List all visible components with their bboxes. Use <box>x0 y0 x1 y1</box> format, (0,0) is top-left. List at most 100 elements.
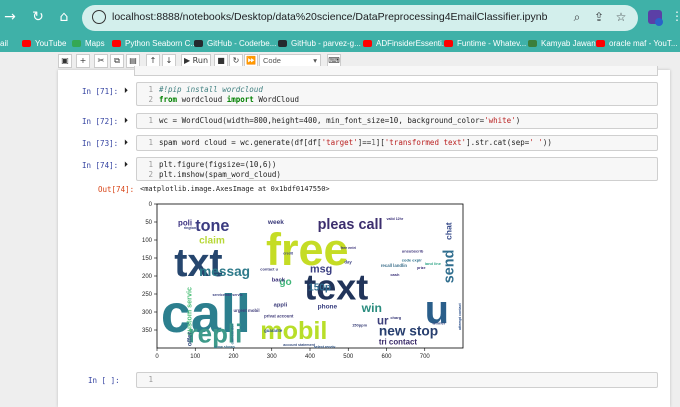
line-number: 2 <box>148 95 153 104</box>
insert-cell-icon[interactable]: + <box>76 54 90 68</box>
wordcloud-word: cash <box>390 272 400 277</box>
code-token: ' ' <box>529 138 543 147</box>
line-number: 1 <box>148 160 153 169</box>
bookmark-label: GitHub - Coderbe... <box>207 39 277 48</box>
wordcloud-word: charg <box>390 315 401 320</box>
code-token: ][ <box>375 138 385 147</box>
wordcloud-word: contact u <box>260 267 278 272</box>
wordcloud-word: messag <box>199 264 250 279</box>
home-icon[interactable]: ⌂ <box>56 9 72 25</box>
run-cell-icon[interactable]: ⏵ <box>124 160 128 170</box>
line-number: 1 <box>148 85 153 94</box>
bookmark-label: Python Seaborn C... <box>125 39 198 48</box>
y-tick-label: 250 <box>142 292 153 298</box>
code-cell[interactable]: 1 spam word cloud = wc.generate(df[df['ta… <box>136 135 658 151</box>
wordcloud-word: account statement <box>283 343 316 347</box>
bookmark-label: Maps <box>85 39 105 48</box>
cell-prompt: In [72]: <box>82 117 119 126</box>
forward-icon[interactable]: → <box>2 9 18 25</box>
bookmark-favicon-icon <box>278 40 287 47</box>
wordcloud-word: credit <box>283 251 294 255</box>
bookmarks-bar: ail YouTube Maps Python Seaborn C... GitHub … <box>0 34 680 52</box>
bookmark-item[interactable]: YouTube <box>22 37 66 50</box>
bookmark-item[interactable]: oracle maf - YouT... <box>596 37 677 50</box>
y-tick-label: 350 <box>142 328 153 334</box>
wordcloud-word: valid 12hr <box>387 217 404 221</box>
browser-menu-icon[interactable]: ⋮ <box>671 9 680 23</box>
code-token: #!pip install wordcloud <box>159 85 263 94</box>
site-info-icon[interactable] <box>92 10 106 24</box>
wordcloud-word: prize <box>417 266 425 270</box>
run-cell-icon[interactable]: ⏵ <box>124 138 128 148</box>
code-cell[interactable]: 1 plt.figure(figsize=(10,6)) 2 plt.imshow(… <box>136 157 658 181</box>
copy-icon[interactable]: ⧉ <box>110 54 124 68</box>
code-cell[interactable]: 1 wc = WordCloud(width=800,height=400, mi… <box>136 113 658 129</box>
reload-icon[interactable]: ↻ <box>30 9 46 25</box>
browser-toolbar: → ↻ ⌂ localhost:8888/notebooks/Desktop/d… <box>0 0 680 34</box>
bookmark-item[interactable]: Maps <box>72 37 105 50</box>
run-cell-icon[interactable]: ⏵ <box>124 86 128 96</box>
y-tick-label: 100 <box>142 238 153 244</box>
wordcloud-word: 150ppm <box>352 322 368 327</box>
output-text: <matplotlib.image.AxesImage at 0x1bdf014… <box>140 185 330 193</box>
cell-prompt: In [73]: <box>82 139 119 148</box>
wordcloud-word: unsubscrib <box>402 249 424 254</box>
code-token: spam word cloud = wc.generate(df[df[ <box>159 138 322 147</box>
search-icon[interactable]: ⌕ <box>570 10 584 24</box>
address-bar[interactable]: localhost:8888/notebooks/Desktop/data%20… <box>82 5 638 31</box>
bookmark-favicon-icon <box>444 40 453 47</box>
code-token: ].str.cat(sep= <box>466 138 530 147</box>
bookmark-favicon-icon <box>72 40 81 47</box>
cell-prompt: In [ ]: <box>88 376 120 385</box>
share-icon[interactable]: ⇪ <box>592 10 606 24</box>
code-token: wc = WordCloud(width=800,height=400, min… <box>159 116 485 125</box>
cut-icon[interactable]: ✂ <box>94 54 108 68</box>
wordcloud-word: tone <box>195 217 229 235</box>
y-tick-label: 150 <box>142 256 153 262</box>
bookmark-item[interactable]: Funtime - Whatev... <box>444 37 526 50</box>
wordcloud-word: attempt contact <box>458 302 462 330</box>
bookmark-favicon-icon <box>528 40 537 47</box>
wordcloud-word: urgent mobil <box>234 308 260 313</box>
previous-cell-tail <box>134 66 658 76</box>
bookmark-label: GitHub - parvez-g... <box>291 39 361 48</box>
cell-type-value: Code <box>263 56 281 65</box>
save-icon[interactable]: ▣ <box>58 54 72 68</box>
wordcloud-word: phone <box>318 303 338 310</box>
bookmark-label: oracle maf - YouT... <box>609 39 678 48</box>
x-tick-label: 100 <box>190 354 201 360</box>
wordcloud-word: win <box>361 301 382 315</box>
bookmark-item[interactable]: Kamyab Jawan <box>528 37 596 50</box>
wordcloud-word: week <box>267 219 284 226</box>
code-cell[interactable]: 1 #!pip install wordcloud 2 from wordcloud… <box>136 82 658 106</box>
bookmark-item[interactable]: ADFinsiderEssenti... <box>363 37 448 50</box>
code-token: wordcloud <box>181 95 227 104</box>
line-number: 1 <box>148 375 153 384</box>
code-line: 1 <box>137 375 159 385</box>
x-tick-label: 0 <box>155 354 159 360</box>
bookmark-item[interactable]: GitHub - parvez-g... <box>278 37 361 50</box>
code-line: 1 spam word cloud = wc.generate(df[df['ta… <box>137 138 551 148</box>
y-tick-label: 0 <box>149 202 153 208</box>
wordcloud-word: rington <box>184 226 196 230</box>
bookmark-star-icon[interactable]: ☆ <box>614 10 628 24</box>
code-line: 1 wc = WordCloud(width=800,height=400, mi… <box>137 116 520 126</box>
bookmark-item[interactable]: GitHub - Coderbe... <box>194 37 276 50</box>
bookmark-label: ADFinsiderEssenti... <box>376 39 449 48</box>
url-text[interactable]: localhost:8888/notebooks/Desktop/data%20… <box>112 11 547 23</box>
y-tick-label: 300 <box>142 310 153 316</box>
output-prompt: Out[74]: <box>98 185 135 194</box>
code-cell-empty[interactable]: 1 <box>136 372 658 388</box>
x-tick-label: 600 <box>381 354 392 360</box>
x-tick-label: 300 <box>267 354 278 360</box>
bookmark-item[interactable]: ail <box>0 37 8 50</box>
run-cell-icon[interactable]: ⏵ <box>124 116 128 126</box>
screen: → ↻ ⌂ localhost:8888/notebooks/Desktop/d… <box>0 0 680 407</box>
wordcloud-word: new stop <box>379 323 438 338</box>
code-token: ]== <box>357 138 372 147</box>
bookmark-favicon-icon <box>194 40 203 47</box>
code-token: import <box>226 95 259 104</box>
bookmark-favicon-icon <box>22 40 31 47</box>
bookmark-item[interactable]: Python Seaborn C... <box>112 37 197 50</box>
code-token: 'transformed text' <box>384 138 467 147</box>
